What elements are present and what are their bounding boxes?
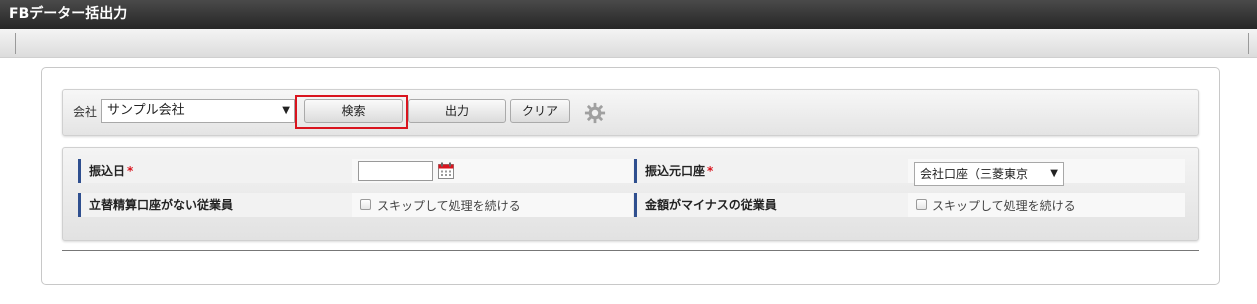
sub-toolbar [0, 29, 1257, 58]
window-title: FBデーター括出力 [0, 0, 1257, 29]
company-select-value: サンプル会社 [107, 103, 185, 118]
transfer-date-input[interactable] [358, 161, 433, 181]
divider [15, 33, 16, 54]
source-account-value: 会社口座（三菱東京 [920, 167, 1029, 181]
calendar-icon[interactable] [438, 162, 454, 179]
required-mark: * [707, 164, 714, 178]
no-reimb-skip-label: スキップして処理を続ける [377, 199, 521, 213]
company-label: 会社 [73, 105, 98, 119]
required-mark: * [127, 164, 134, 178]
gear-icon[interactable] [584, 102, 606, 124]
highlight-box [295, 95, 408, 129]
source-account-label: 振込元口座 * [634, 159, 908, 183]
chevron-down-icon: ▼ [1050, 168, 1058, 179]
source-account-select[interactable]: 会社口座（三菱東京 ▼ [914, 162, 1064, 186]
transfer-date-text: 振込日 [89, 164, 126, 178]
no-reimb-skip-checkbox[interactable] [360, 199, 371, 210]
negative-amount-label: 金額がマイナスの従業員 [634, 193, 908, 217]
negative-skip-checkbox[interactable] [916, 199, 927, 210]
divider [62, 250, 1199, 251]
transfer-date-label: 振込日 * [78, 159, 352, 183]
no-reimb-account-label: 立替精算口座がない従業員 [78, 193, 352, 217]
divider [1248, 33, 1249, 54]
clear-button[interactable]: クリア [510, 99, 570, 123]
output-button[interactable]: 出力 [408, 99, 506, 123]
chevron-down-icon: ▼ [282, 105, 290, 116]
source-account-text: 振込元口座 [645, 164, 706, 178]
negative-skip-label: スキップして処理を続ける [932, 199, 1076, 213]
company-select[interactable]: サンプル会社 ▼ [101, 99, 295, 123]
